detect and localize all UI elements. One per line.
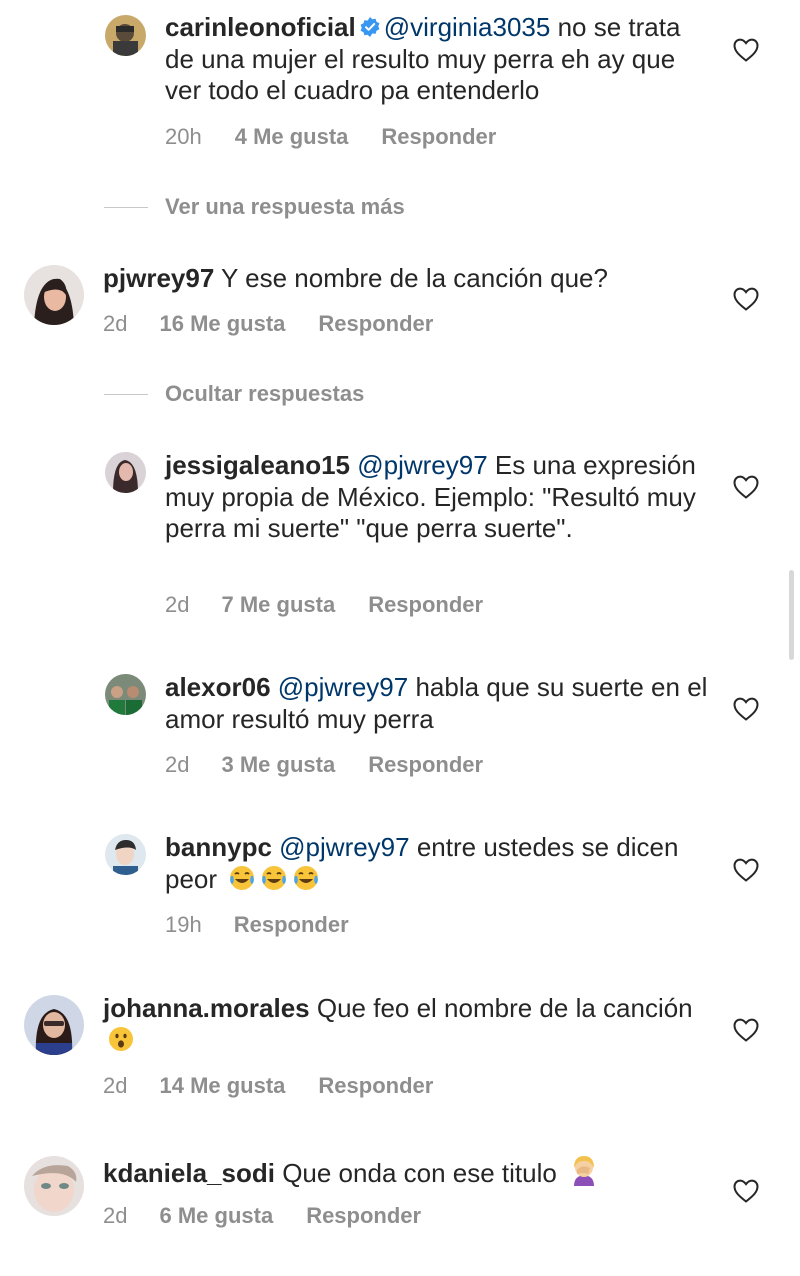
- view-more-replies-button[interactable]: Ver una respuesta más: [104, 194, 405, 220]
- username[interactable]: kdaniela_sodi: [103, 1158, 275, 1188]
- divider: [104, 206, 148, 208]
- scrollbar[interactable]: [789, 570, 794, 660]
- like-heart-icon[interactable]: [733, 1018, 759, 1042]
- hide-replies-button[interactable]: Ocultar respuestas: [104, 381, 364, 407]
- like-heart-icon[interactable]: [733, 287, 759, 311]
- comment-text: jessigaleano15 @pjwrey97 Es una expresió…: [165, 450, 710, 545]
- like-heart-icon[interactable]: [733, 697, 759, 721]
- timestamp: 19h: [165, 912, 202, 937]
- like-heart-icon[interactable]: [733, 1179, 759, 1203]
- mention-link[interactable]: @pjwrey97: [278, 672, 408, 702]
- likes-count[interactable]: 6 Me gusta: [159, 1203, 273, 1229]
- comments-thread: carinleonoficial @virginia3035 no se trat…: [0, 0, 800, 1276]
- username[interactable]: pjwrey97: [103, 263, 214, 293]
- comment-meta: 2d 3 Me gusta Responder: [165, 752, 516, 778]
- surprised-face-emoji: [107, 1025, 135, 1053]
- avatar[interactable]: [24, 265, 84, 325]
- comment-meta: 2d 16 Me gusta Responder: [103, 311, 466, 337]
- emoji-2: [260, 864, 288, 892]
- username[interactable]: carinleonoficial: [165, 12, 356, 42]
- verified-badge-icon: [360, 13, 380, 37]
- like-heart-icon[interactable]: [733, 38, 759, 62]
- reply-button[interactable]: Responder: [368, 752, 483, 778]
- like-heart-icon[interactable]: [733, 858, 759, 882]
- timestamp: 2d: [165, 592, 190, 617]
- avatar[interactable]: [24, 1156, 84, 1216]
- likes-count[interactable]: 4 Me gusta: [235, 124, 349, 150]
- reply-button[interactable]: Responder: [381, 124, 496, 150]
- likes-count[interactable]: 7 Me gusta: [221, 592, 335, 618]
- avatar[interactable]: [105, 452, 146, 493]
- username[interactable]: johanna.morales: [103, 993, 310, 1023]
- reply-button[interactable]: Responder: [306, 1203, 421, 1229]
- username[interactable]: alexor06: [165, 672, 271, 702]
- reply-button[interactable]: Responder: [234, 912, 349, 938]
- avatar[interactable]: [105, 834, 146, 875]
- facepalm-emoji: [568, 1154, 600, 1186]
- avatar[interactable]: [24, 995, 84, 1055]
- comment-text: pjwrey97 Y ese nombre de la canción que?: [103, 263, 703, 295]
- mention-link[interactable]: @virginia3035: [384, 12, 551, 42]
- comment-meta: 20h 4 Me gusta Responder: [165, 124, 529, 150]
- comment-body: Y ese nombre de la canción que?: [214, 263, 608, 293]
- comment-meta: 19h Responder: [165, 912, 382, 938]
- timestamp: 2d: [103, 1203, 128, 1228]
- timestamp: 2d: [103, 1073, 128, 1098]
- like-heart-icon[interactable]: [733, 475, 759, 499]
- comment-meta: 2d 14 Me gusta Responder: [103, 1073, 466, 1099]
- likes-count[interactable]: 16 Me gusta: [159, 311, 285, 337]
- divider: [104, 393, 148, 395]
- comment-text: johanna.morales Que feo el nombre de la …: [103, 993, 703, 1056]
- comment-meta: 2d 6 Me gusta Responder: [103, 1203, 454, 1229]
- likes-count[interactable]: 3 Me gusta: [221, 752, 335, 778]
- emoji-3: [292, 864, 320, 892]
- comment-text: kdaniela_sodi Que onda con ese titulo: [103, 1154, 703, 1190]
- tears-of-joy-emoji: [224, 864, 320, 894]
- mention-link[interactable]: @pjwrey97: [357, 450, 487, 480]
- reply-button[interactable]: Responder: [318, 1073, 433, 1099]
- avatar[interactable]: [105, 674, 146, 715]
- reply-button[interactable]: Responder: [318, 311, 433, 337]
- username[interactable]: jessigaleano15: [165, 450, 350, 480]
- emoji-1: [228, 864, 256, 892]
- comment-text: alexor06 @pjwrey97 habla que su suerte e…: [165, 672, 710, 735]
- comment-body: Que feo el nombre de la canción: [309, 993, 693, 1023]
- avatar[interactable]: [105, 15, 146, 56]
- comment-meta: 2d 7 Me gusta Responder: [165, 592, 516, 618]
- timestamp: 20h: [165, 124, 202, 149]
- comment-body: Que onda con ese titulo: [274, 1158, 565, 1188]
- timestamp: 2d: [103, 311, 128, 336]
- comment-text: bannypc @pjwrey97 entre ustedes se dicen…: [165, 832, 710, 895]
- timestamp: 2d: [165, 752, 190, 777]
- mention-link[interactable]: @pjwrey97: [279, 832, 409, 862]
- hide-replies-label: Ocultar respuestas: [165, 381, 365, 406]
- username[interactable]: bannypc: [165, 832, 272, 862]
- comment-text: carinleonoficial @virginia3035 no se trat…: [165, 12, 710, 107]
- view-more-replies-label: Ver una respuesta más: [165, 194, 405, 219]
- reply-button[interactable]: Responder: [368, 592, 483, 618]
- likes-count[interactable]: 14 Me gusta: [159, 1073, 285, 1099]
